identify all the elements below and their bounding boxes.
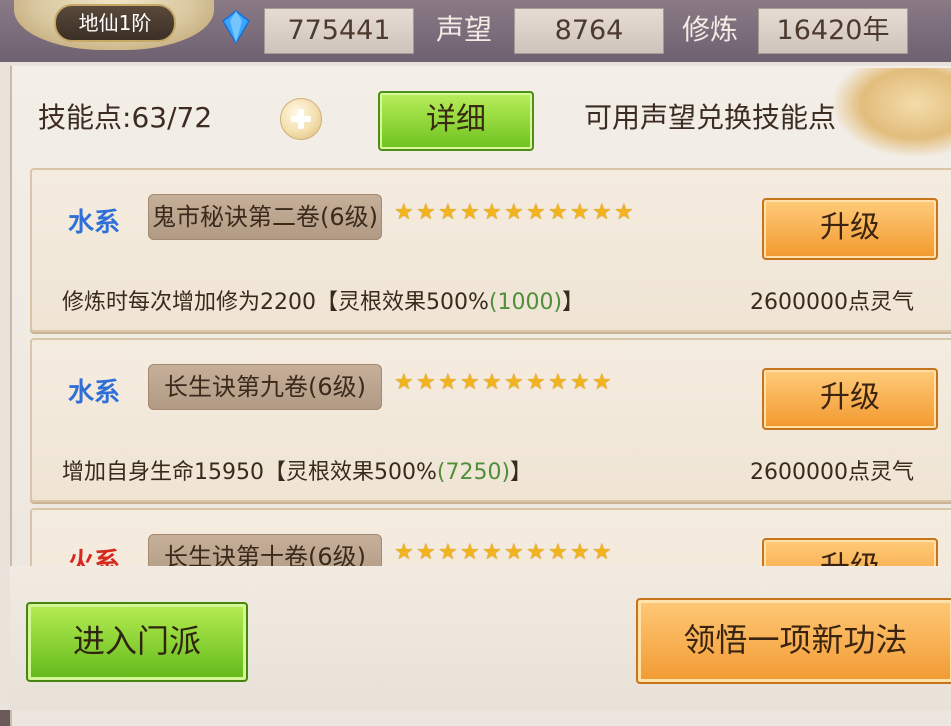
upgrade-button[interactable]: 升级 <box>762 368 938 430</box>
add-skill-points-plus-icon[interactable] <box>280 98 322 140</box>
skill-card: 水系 长生诀第九卷(6级) ★ ★ ★ ★ ★ ★ ★ ★ ★ ★ 升级 增加自身生命15950【… <box>30 338 951 502</box>
star-icon: ★ <box>460 370 480 395</box>
desc-end: 】 <box>510 460 533 485</box>
star-icon: ★ <box>460 540 480 565</box>
star-icon: ★ <box>548 200 568 225</box>
desc-value: (1000) <box>488 290 563 315</box>
rank-label: 地仙1阶 <box>54 4 176 42</box>
star-icon: ★ <box>460 200 480 225</box>
skill-stars: ★ ★ ★ ★ ★ ★ ★ ★ ★ ★ <box>394 542 612 566</box>
star-icon: ★ <box>438 200 458 225</box>
skill-list[interactable]: 水系 鬼市秘诀第二卷(6级) ★ ★ ★ ★ ★ ★ ★ ★ ★ ★ ★ 升级 修炼时每次增加修为2… <box>30 168 951 566</box>
skill-name: 长生诀第十卷(6级) <box>148 534 382 566</box>
skill-card: 水系 鬼市秘诀第二卷(6级) ★ ★ ★ ★ ★ ★ ★ ★ ★ ★ ★ 升级 修炼时每次增加修为2… <box>30 168 951 332</box>
star-icon: ★ <box>570 200 590 225</box>
upgrade-button[interactable]: 升级 <box>762 538 938 566</box>
skill-stars: ★ ★ ★ ★ ★ ★ ★ ★ ★ ★ <box>394 372 612 398</box>
star-icon: ★ <box>526 200 546 225</box>
enter-sect-button[interactable]: 进入门派 <box>26 602 248 682</box>
star-icon: ★ <box>570 370 590 395</box>
skill-card: 火系 长生诀第十卷(6级) ★★★★★★★★★★ 升级 <box>30 508 951 566</box>
star-icon: ★ <box>526 540 546 565</box>
star-icon: ★ <box>504 370 524 395</box>
star-icon: ★ <box>482 200 502 225</box>
skill-element: 水系 <box>68 208 121 238</box>
prestige-label: 声望 <box>436 13 493 46</box>
upgrade-cost: 2600000点灵气 <box>750 460 914 485</box>
star-icon: ★ <box>394 540 414 565</box>
rank-badge[interactable]: 地仙1阶 <box>14 0 214 50</box>
star-icon: ★ <box>526 370 546 395</box>
star-icon: ★ <box>416 540 436 565</box>
prestige-value: 8764 <box>514 8 664 54</box>
learn-new-skill-button[interactable]: 领悟一项新功法 <box>636 598 951 684</box>
blue-gem-icon <box>222 10 250 44</box>
star-icon: ★ <box>614 200 634 225</box>
star-icon: ★ <box>482 370 502 395</box>
skill-description: 增加自身生命15950【灵根效果500%(7250)】 <box>62 454 532 486</box>
skill-name: 长生诀第九卷(6级) <box>148 364 382 410</box>
skill-element: 水系 <box>68 378 121 408</box>
star-icon: ★ <box>416 370 436 395</box>
exchange-hint: 可用声望兑换技能点 <box>584 101 837 134</box>
upgrade-cost: 2600000点灵气 <box>750 290 914 315</box>
cultivation-label: 修炼 <box>682 13 739 46</box>
star-icon: ★ <box>416 200 436 225</box>
star-icon: ★ <box>548 370 568 395</box>
skill-element: 火系 <box>68 548 121 566</box>
skill-stars: ★ ★ ★ ★ ★ ★ ★ ★ ★ ★ ★ <box>394 202 634 228</box>
skill-description: 修炼时每次增加修为2200【灵根效果500%(1000)】 <box>62 284 584 316</box>
star-icon: ★ <box>592 200 612 225</box>
detail-button[interactable]: 详细 <box>378 91 534 151</box>
top-status-bar: 地仙1阶 775441 声望 8764 修炼 16420年 <box>0 0 951 62</box>
cultivation-value: 16420年 <box>758 8 908 54</box>
star-icon: ★ <box>438 370 458 395</box>
spirit-stone-count: 775441 <box>264 8 414 54</box>
skill-points-label: 技能点: <box>38 101 132 134</box>
star-icon: ★ <box>548 540 568 565</box>
star-icon: ★ <box>394 200 414 225</box>
star-icon: ★ <box>592 370 612 395</box>
desc-end: 】 <box>562 290 585 315</box>
skill-name: 鬼市秘诀第二卷(6级) <box>148 194 382 240</box>
star-icon: ★ <box>504 200 524 225</box>
skill-points-value: 63/72 <box>131 101 213 134</box>
desc-main: 增加自身生命15950【灵根效果500% <box>62 460 437 485</box>
desc-value: (7250) <box>436 460 511 485</box>
star-icon: ★ <box>438 540 458 565</box>
star-icon: ★ <box>482 540 502 565</box>
desc-main: 修炼时每次增加修为2200【灵根效果500% <box>62 290 489 315</box>
star-icon: ★ <box>570 540 590 565</box>
star-icon: ★ <box>592 540 612 565</box>
star-icon: ★ <box>504 540 524 565</box>
upgrade-button[interactable]: 升级 <box>762 198 938 260</box>
skill-points: 技能点:63/72 <box>38 96 212 136</box>
cloud-ornament <box>831 68 951 158</box>
star-icon: ★ <box>394 370 414 395</box>
